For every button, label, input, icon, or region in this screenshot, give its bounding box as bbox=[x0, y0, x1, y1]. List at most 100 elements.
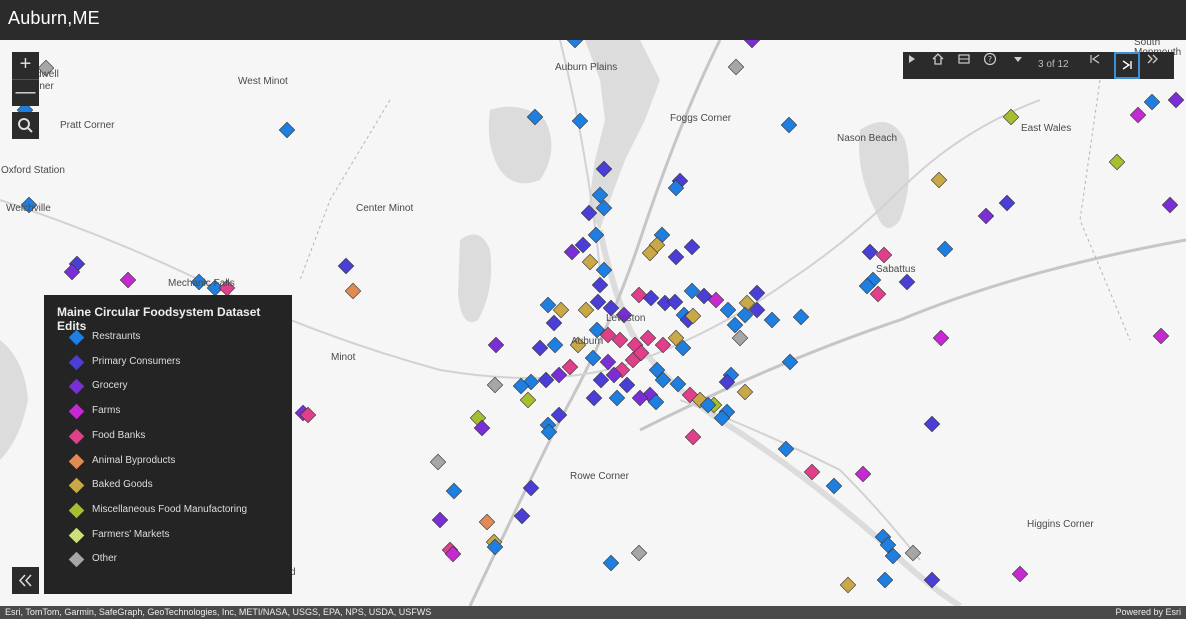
map-point[interactable] bbox=[763, 311, 781, 329]
map-point[interactable] bbox=[977, 207, 995, 225]
map-point[interactable] bbox=[792, 308, 810, 326]
map-point[interactable] bbox=[546, 336, 564, 354]
place-label: Mechanic Falls bbox=[168, 278, 235, 289]
place-label: East Wales bbox=[1021, 123, 1072, 134]
map-point[interactable] bbox=[777, 440, 795, 458]
legend-item: Primary Consumers bbox=[68, 354, 288, 372]
map-point[interactable] bbox=[654, 336, 672, 354]
map-point[interactable] bbox=[630, 286, 648, 304]
map-point[interactable] bbox=[1167, 91, 1185, 109]
map-point[interactable] bbox=[642, 289, 660, 307]
map-point[interactable] bbox=[591, 276, 609, 294]
zoom-in-button[interactable]: + bbox=[12, 52, 39, 79]
place-label: Lewiston bbox=[606, 313, 646, 324]
home-button[interactable] bbox=[931, 52, 957, 79]
map-point[interactable] bbox=[519, 391, 537, 409]
last-button[interactable] bbox=[1114, 52, 1140, 79]
map-point[interactable] bbox=[639, 329, 657, 347]
map-point[interactable] bbox=[602, 554, 620, 572]
double-chevron-right-icon bbox=[1147, 54, 1158, 64]
legend-label: Miscellaneous Food Manufactoring bbox=[92, 503, 248, 515]
map-point[interactable] bbox=[608, 389, 626, 407]
map-point[interactable] bbox=[932, 329, 950, 347]
map-point[interactable] bbox=[727, 58, 745, 76]
map-point[interactable] bbox=[1143, 93, 1161, 111]
map-point[interactable] bbox=[898, 273, 916, 291]
first-button[interactable] bbox=[1088, 52, 1114, 79]
dropdown-button[interactable] bbox=[1011, 52, 1037, 79]
map-point[interactable] bbox=[577, 301, 595, 319]
map-point[interactable] bbox=[684, 428, 702, 446]
place-label: Nason Beach bbox=[837, 133, 898, 144]
map-point[interactable] bbox=[618, 376, 636, 394]
map-point[interactable] bbox=[743, 40, 761, 49]
map-point[interactable] bbox=[666, 293, 684, 311]
map-point[interactable] bbox=[278, 121, 296, 139]
place-label: Auburn Plains bbox=[555, 62, 618, 73]
map-point[interactable] bbox=[522, 479, 540, 497]
map-point[interactable] bbox=[119, 271, 137, 289]
map-point[interactable] bbox=[581, 253, 599, 271]
map-point[interactable] bbox=[1108, 153, 1126, 171]
place-label: Pratt Corner bbox=[60, 120, 115, 131]
feature-toolbar: ? 3 of 12 bbox=[903, 52, 1174, 79]
help-button[interactable]: ? bbox=[983, 52, 1009, 79]
map-point[interactable] bbox=[736, 383, 754, 401]
map-point[interactable] bbox=[344, 282, 362, 300]
map-point[interactable] bbox=[478, 513, 496, 531]
play-button[interactable] bbox=[905, 52, 931, 79]
list-button[interactable] bbox=[957, 52, 983, 79]
double-chevron-left-icon bbox=[18, 574, 32, 587]
map-point[interactable] bbox=[936, 240, 954, 258]
map-point[interactable] bbox=[584, 349, 602, 367]
minus-icon: — bbox=[15, 81, 36, 103]
map-point[interactable] bbox=[1152, 327, 1170, 345]
legend-swatch bbox=[68, 329, 85, 346]
zoom-out-button[interactable]: — bbox=[12, 79, 39, 106]
powered-by-link[interactable]: Powered by Esri bbox=[1115, 607, 1181, 617]
map-point[interactable] bbox=[780, 116, 798, 134]
collapse-legend-button[interactable] bbox=[12, 567, 39, 594]
map-point[interactable] bbox=[781, 353, 799, 371]
map-point[interactable] bbox=[1011, 565, 1029, 583]
map-point[interactable] bbox=[854, 465, 872, 483]
map-point[interactable] bbox=[531, 339, 549, 357]
map-point[interactable] bbox=[930, 171, 948, 189]
map-point[interactable] bbox=[545, 314, 563, 332]
map-point[interactable] bbox=[487, 336, 505, 354]
map-point[interactable] bbox=[839, 576, 857, 594]
map-point[interactable] bbox=[998, 194, 1016, 212]
legend-swatch bbox=[68, 453, 85, 469]
map-point[interactable] bbox=[1129, 106, 1147, 124]
map-view[interactable]: Auburn Plains Foggs Corner West Minot Pr… bbox=[0, 40, 1186, 606]
map-point[interactable] bbox=[683, 238, 701, 256]
next-button[interactable] bbox=[1146, 52, 1172, 79]
boundary bbox=[1079, 79, 1131, 341]
map-point[interactable] bbox=[876, 571, 894, 589]
map-point[interactable] bbox=[429, 453, 447, 471]
place-label: Rowe Corner bbox=[570, 471, 629, 482]
map-point[interactable] bbox=[630, 544, 648, 562]
map-point[interactable] bbox=[337, 257, 355, 275]
map-point[interactable] bbox=[1002, 108, 1020, 126]
legend-swatch bbox=[68, 527, 85, 543]
map-point[interactable] bbox=[667, 248, 685, 266]
map-point[interactable] bbox=[923, 415, 941, 433]
map-point[interactable] bbox=[571, 112, 589, 130]
map-point[interactable] bbox=[486, 376, 504, 394]
map-point[interactable] bbox=[861, 243, 879, 261]
feature-count: 3 of 12 bbox=[1038, 59, 1069, 70]
map-point[interactable] bbox=[585, 389, 603, 407]
home-icon bbox=[932, 53, 944, 65]
map-point[interactable] bbox=[1161, 196, 1179, 214]
search-button[interactable] bbox=[12, 112, 39, 139]
map-point[interactable] bbox=[566, 40, 584, 49]
legend-item: Food Banks bbox=[68, 428, 288, 446]
legend-item: Animal Byproducts bbox=[68, 453, 288, 471]
map-point[interactable] bbox=[431, 511, 449, 529]
lake bbox=[458, 234, 492, 323]
legend-swatch bbox=[68, 477, 85, 494]
map-point[interactable] bbox=[445, 482, 463, 500]
map-point[interactable] bbox=[875, 246, 893, 264]
map-point[interactable] bbox=[825, 477, 843, 495]
